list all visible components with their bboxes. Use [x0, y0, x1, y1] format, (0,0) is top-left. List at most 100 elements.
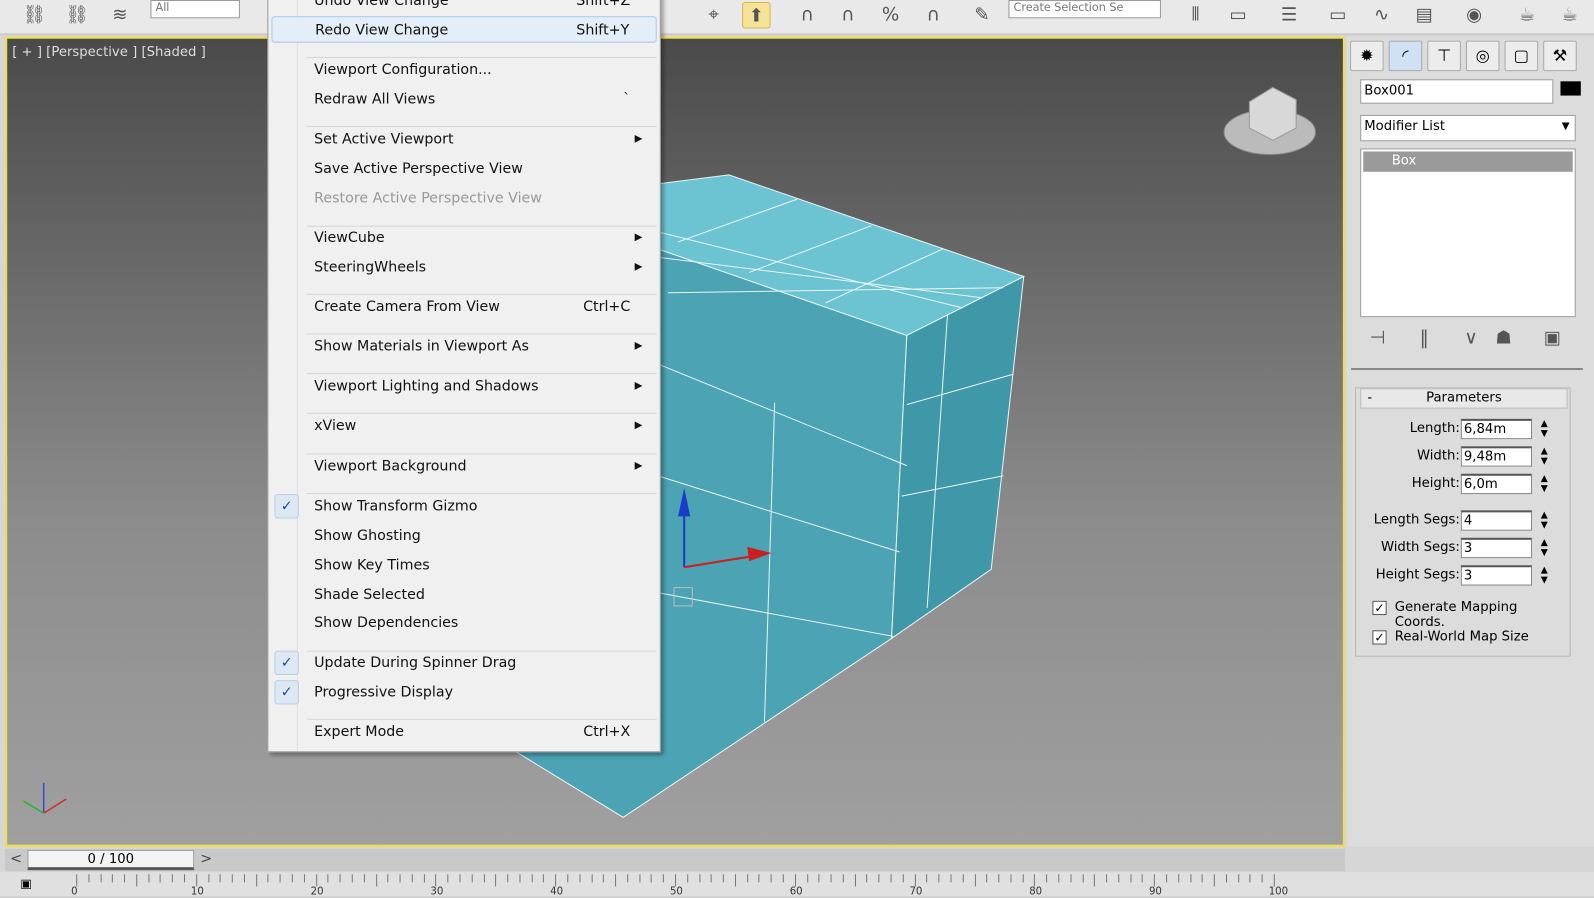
frame-tick — [710, 874, 712, 883]
pivot-icon[interactable]: ⌖ — [699, 2, 727, 28]
edit-named-selection-icon[interactable]: ✎ — [968, 2, 996, 28]
perspective-viewport[interactable]: [ + ] [Perspective ] [Shaded ] — [5, 36, 1345, 847]
checkmark-icon: ✓ — [274, 494, 299, 519]
menu-item-create-camera-from-view[interactable]: Create Camera From View Ctrl+C — [271, 294, 656, 320]
configure-modifier-sets-icon[interactable]: ▣ — [1538, 325, 1566, 351]
param-length: Length: 6,84m ▲ ▼ — [1356, 418, 1572, 441]
mirror-icon[interactable]: ⫴ — [1181, 2, 1209, 28]
checkmark-icon: ✓ — [274, 650, 299, 676]
unlink-icon[interactable]: ⛓ — [63, 2, 91, 28]
spinner-icon[interactable]: ▲ ▼ — [1539, 538, 1549, 558]
spinner-icon[interactable]: ▲ ▼ — [1539, 419, 1549, 439]
menu-item-steeringwheels[interactable]: SteeringWheels ▶ — [271, 254, 656, 280]
menu-item-show-dependencies[interactable]: Show Dependencies — [271, 610, 656, 636]
checkbox-generate-mapping-coords[interactable]: ✓ Generate Mapping Coords. — [1372, 599, 1565, 630]
menu-item-save-active-perspective-view[interactable]: Save Active Perspective View — [271, 156, 656, 182]
spinner-icon[interactable]: ▲ ▼ — [1539, 510, 1549, 530]
bind-space-warp-icon[interactable]: ≋ — [106, 2, 134, 28]
spinner-icon[interactable]: ▲ ▼ — [1539, 474, 1549, 494]
frame-tick — [1070, 874, 1072, 883]
menu-item-shortcut: Shift+Y — [576, 22, 630, 39]
param-value-input[interactable]: 9,48m — [1460, 446, 1533, 467]
menu-item-show-key-times[interactable]: Show Key Times — [271, 552, 656, 578]
param-value-input[interactable]: 6,0m — [1460, 473, 1533, 495]
menu-item-viewport-background[interactable]: Viewport Background ▶ — [271, 453, 656, 479]
ribbon-icon[interactable]: ▭ — [1324, 2, 1352, 28]
collapse-toggle[interactable]: - — [1367, 389, 1372, 407]
menu-item-viewport-configuration[interactable]: Viewport Configuration... — [271, 57, 656, 83]
layer-manager-icon[interactable]: ☰ — [1275, 2, 1303, 28]
frame-tick-label: 100 — [1268, 886, 1289, 898]
rollout-header[interactable]: - Parameters — [1360, 388, 1568, 409]
render-setup-icon[interactable]: ☕ — [1513, 2, 1541, 28]
select-and-link-icon[interactable]: ⛓ — [20, 2, 48, 28]
percent-snap-icon[interactable]: % — [876, 2, 904, 28]
checkbox-icon[interactable]: ✓ — [1372, 630, 1387, 645]
motion-tab-icon[interactable]: ◎ — [1465, 40, 1500, 72]
create-tab-icon[interactable]: ✹ — [1350, 40, 1384, 72]
modifier-list-dropdown[interactable]: Modifier List ▼ — [1360, 114, 1576, 142]
modifier-stack[interactable]: Box — [1360, 148, 1576, 318]
frame-tick — [962, 874, 964, 883]
angle-snap-icon[interactable]: ∩ — [834, 2, 862, 28]
mini-curve-editor-icon[interactable]: ▣ — [20, 876, 44, 892]
param-value-input[interactable]: 3 — [1460, 565, 1533, 586]
remove-modifier-icon[interactable]: ☗ — [1489, 325, 1517, 351]
display-tab-icon[interactable]: ▢ — [1504, 40, 1539, 72]
param-value-input[interactable]: 3 — [1460, 537, 1533, 559]
snap-toggle-icon[interactable]: ∩ — [793, 2, 821, 28]
show-end-result-icon[interactable]: ‖ — [1410, 325, 1438, 351]
modify-tab-icon[interactable]: ◜ — [1388, 40, 1423, 72]
object-color-swatch[interactable] — [1560, 81, 1581, 96]
spinner-snap-icon[interactable]: ∩ — [919, 2, 947, 28]
menu-item-shade-selected[interactable]: Shade Selected — [271, 581, 656, 607]
named-selection-input[interactable]: Create Selection Se — [1008, 0, 1161, 19]
align-icon[interactable]: ▭ — [1224, 2, 1252, 28]
menu-item-update-during-spinner-drag[interactable]: Update During Spinner Drag ✓ — [271, 650, 656, 676]
menu-item-viewcube[interactable]: ViewCube ▶ — [271, 225, 656, 251]
menu-item-redo-view-change[interactable]: Redo View Change Shift+Y — [271, 16, 657, 43]
next-frame-button[interactable]: > — [200, 851, 212, 867]
frame-tick-label: 20 — [310, 886, 324, 898]
checkbox-icon[interactable]: ✓ — [1372, 600, 1387, 616]
menu-item-xview[interactable]: xView ▶ — [271, 413, 656, 439]
menu-item-show-ghosting[interactable]: Show Ghosting — [271, 523, 656, 549]
menu-item-undo-view-change[interactable]: Undo View Change Shift+Z — [271, 0, 656, 14]
selection-filter-dropdown[interactable]: All — [150, 0, 240, 19]
menu-item-shortcut: Ctrl+X — [583, 723, 631, 741]
hierarchy-tab-icon[interactable]: ⊤ — [1427, 40, 1461, 72]
frame-tick — [986, 874, 988, 883]
param-value-input[interactable]: 6,84m — [1460, 418, 1533, 440]
menu-item-restore-active-perspective-view[interactable]: Restore Active Perspective View — [271, 185, 656, 211]
menu-item-label: Viewport Background — [314, 458, 467, 475]
menu-item-viewport-lighting-and-shadows[interactable]: Viewport Lighting and Shadows ▶ — [271, 373, 656, 399]
pin-stack-icon[interactable]: ⊣ — [1363, 325, 1391, 351]
divider — [1351, 368, 1583, 371]
spinner-icon[interactable]: ▲ ▼ — [1539, 446, 1549, 466]
frame-tick — [1082, 874, 1084, 883]
utilities-tab-icon[interactable]: ⚒ — [1543, 40, 1577, 72]
menu-item-expert-mode[interactable]: Expert Mode Ctrl+X — [271, 719, 656, 745]
schematic-view-icon[interactable]: ▤ — [1410, 2, 1438, 28]
curve-editor-icon[interactable]: ∿ — [1367, 2, 1395, 28]
scene — [22, 86, 1316, 818]
track-bar[interactable]: ▣ 0 10 20 30 40 50 60 70 80 90 100 — [0, 872, 1594, 898]
param-value-input[interactable]: 4 — [1460, 510, 1533, 531]
select-manipulate-icon[interactable]: ⬆ — [742, 2, 771, 29]
object-name-input[interactable]: Box001 — [1360, 79, 1554, 104]
render-icon[interactable]: ☕ — [1555, 2, 1583, 28]
frame-tick — [746, 874, 748, 883]
menu-item-show-materials-in-viewport-as[interactable]: Show Materials in Viewport As ▶ — [271, 333, 656, 359]
stack-item-box[interactable]: Box — [1363, 151, 1573, 172]
prev-frame-button[interactable]: < — [10, 851, 22, 867]
menu-item-show-transform-gizmo[interactable]: Show Transform Gizmo ✓ — [271, 493, 656, 519]
time-slider[interactable]: 0 / 100 — [27, 849, 195, 871]
checkbox-real-world-map-size[interactable]: ✓ Real-World Map Size — [1372, 628, 1565, 648]
menu-item-set-active-viewport[interactable]: Set Active Viewport ▶ — [271, 126, 656, 152]
spinner-icon[interactable]: ▲ ▼ — [1539, 565, 1549, 585]
make-unique-icon[interactable]: ∨ — [1457, 325, 1485, 351]
material-editor-icon[interactable]: ◉ — [1460, 2, 1488, 28]
menu-item-redraw-all-views[interactable]: Redraw All Views ` — [271, 86, 656, 112]
frame-tick — [495, 874, 497, 887]
menu-item-progressive-display[interactable]: Progressive Display ✓ — [271, 679, 656, 705]
